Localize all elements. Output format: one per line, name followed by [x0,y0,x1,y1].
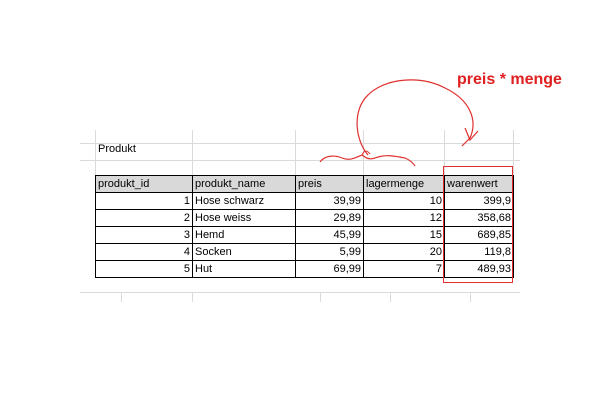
arrow-curve [356,79,474,156]
spreadsheet-area[interactable]: Produkt produkt_id produkt_name preis la… [0,0,600,400]
brace-squiggle [319,154,416,167]
annotation-scribble [319,79,479,167]
